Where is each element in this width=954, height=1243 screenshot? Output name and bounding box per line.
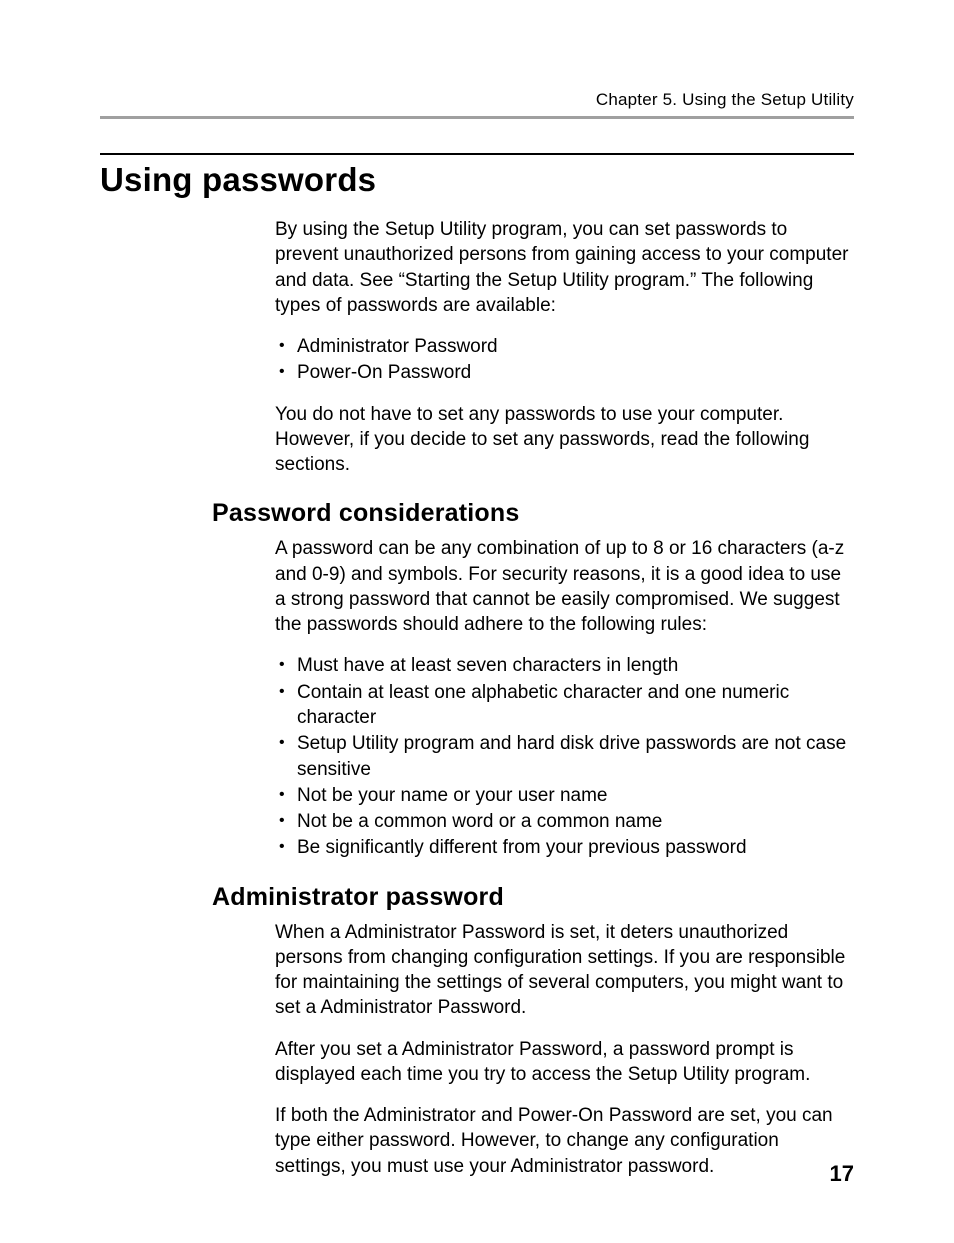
list-item: Not be your name or your user name [275, 783, 854, 808]
rules-list: Must have at least seven characters in l… [275, 653, 854, 860]
page-number: 17 [830, 1161, 854, 1187]
document-page: Chapter 5. Using the Setup Utility Using… [0, 0, 954, 1243]
header-rule [100, 116, 854, 119]
paragraph: When a Administrator Password is set, it… [275, 920, 854, 1021]
admin-block: When a Administrator Password is set, it… [275, 920, 854, 1179]
paragraph: You do not have to set any passwords to … [275, 402, 854, 478]
section-rule [100, 153, 854, 155]
section-intro-block: By using the Setup Utility program, you … [275, 217, 854, 477]
list-item: Power-On Password [275, 360, 854, 385]
list-item: Must have at least seven characters in l… [275, 653, 854, 678]
running-head: Chapter 5. Using the Setup Utility [100, 90, 854, 110]
subsection-title-admin: Administrator password [212, 883, 854, 912]
paragraph: By using the Setup Utility program, you … [275, 217, 854, 318]
list-item: Be significantly different from your pre… [275, 835, 854, 860]
paragraph: If both the Administrator and Power-On P… [275, 1103, 854, 1179]
subsection-title-considerations: Password considerations [212, 499, 854, 528]
section-title: Using passwords [100, 161, 854, 199]
list-item: Contain at least one alphabetic characte… [275, 680, 854, 731]
list-item: Setup Utility program and hard disk driv… [275, 731, 854, 782]
list-item: Not be a common word or a common name [275, 809, 854, 834]
paragraph: A password can be any combination of up … [275, 536, 854, 637]
list-item: Administrator Password [275, 334, 854, 359]
password-types-list: Administrator Password Power-On Password [275, 334, 854, 386]
considerations-block: A password can be any combination of up … [275, 536, 854, 860]
paragraph: After you set a Administrator Password, … [275, 1037, 854, 1088]
